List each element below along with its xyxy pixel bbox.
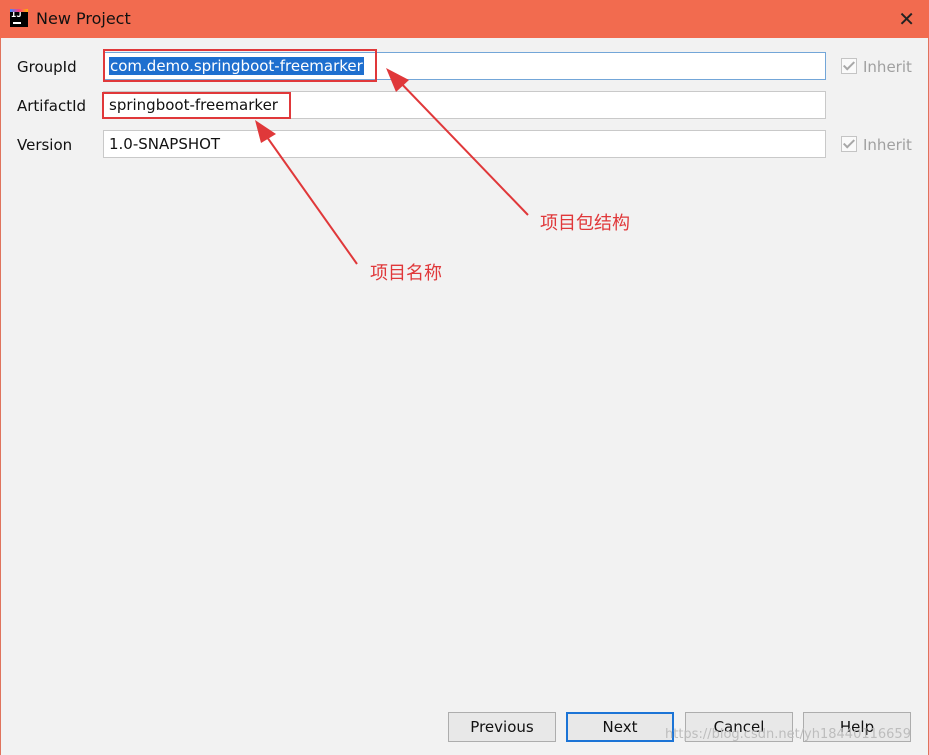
watermark: https://blog.csdn.net/yh18440116659 — [665, 727, 911, 742]
arrow-package-line — [395, 77, 529, 216]
annotation-arrows — [255, 68, 529, 265]
package-structure-annotation: 项目包结构 — [540, 213, 630, 234]
project-name-annotation: 项目名称 — [370, 263, 442, 284]
previous-button[interactable]: Previous — [448, 712, 556, 742]
arrow-name-head — [255, 120, 276, 143]
next-button[interactable]: Next — [566, 712, 674, 742]
arrow-name-line — [261, 129, 358, 265]
